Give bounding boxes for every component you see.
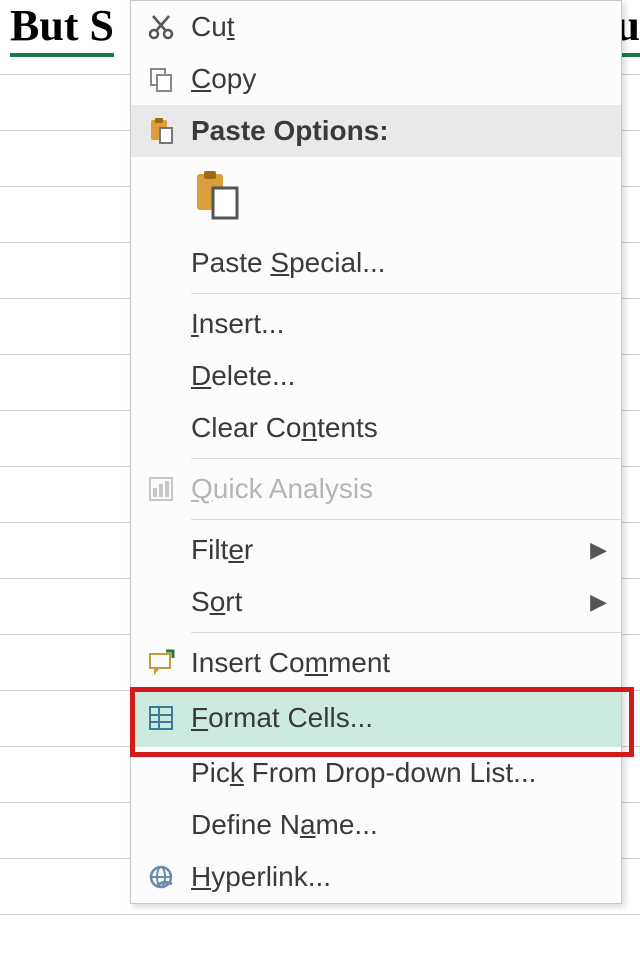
- menu-label: Filter: [191, 534, 590, 566]
- menu-insert[interactable]: Insert...: [131, 298, 621, 350]
- paste-options-row: [131, 157, 621, 237]
- menu-clear-contents[interactable]: Clear Contents: [131, 402, 621, 454]
- menu-label: Clear Contents: [191, 412, 607, 444]
- menu-copy[interactable]: Copy: [131, 53, 621, 105]
- menu-label: Pick From Drop-down List...: [191, 757, 607, 789]
- format-cells-icon: [131, 703, 191, 733]
- cut-icon: [131, 12, 191, 42]
- paste-icon: [131, 116, 191, 146]
- menu-label: Format Cells...: [191, 702, 607, 734]
- menu-paste-options-header: Paste Options:: [131, 105, 621, 157]
- menu-label: Quick Analysis: [191, 473, 607, 505]
- menu-separator: [191, 632, 621, 633]
- menu-label: Paste Options:: [191, 115, 607, 147]
- menu-separator: [191, 293, 621, 294]
- menu-paste-special[interactable]: Paste Special...: [131, 237, 621, 289]
- paste-default-button[interactable]: [191, 170, 245, 224]
- menu-pick-from-list[interactable]: Pick From Drop-down List...: [131, 747, 621, 799]
- copy-icon: [131, 64, 191, 94]
- hyperlink-icon: [131, 862, 191, 892]
- submenu-arrow-icon: ▶: [590, 589, 607, 615]
- menu-label: Insert...: [191, 308, 607, 340]
- comment-icon: [131, 648, 191, 678]
- menu-delete[interactable]: Delete...: [131, 350, 621, 402]
- context-menu: Cut Copy Paste Options:: [130, 0, 622, 904]
- menu-separator: [191, 458, 621, 459]
- menu-label: Insert Comment: [191, 647, 607, 679]
- menu-insert-comment[interactable]: Insert Comment: [131, 637, 621, 689]
- menu-sort[interactable]: Sort ▶: [131, 576, 621, 628]
- menu-label: Define Name...: [191, 809, 607, 841]
- menu-hyperlink[interactable]: Hyperlink...: [131, 851, 621, 903]
- menu-label: Sort: [191, 586, 590, 618]
- menu-cut[interactable]: Cut: [131, 1, 621, 53]
- menu-format-cells[interactable]: Format Cells...: [131, 689, 621, 747]
- menu-quick-analysis: Quick Analysis: [131, 463, 621, 515]
- title-left: But S: [10, 0, 114, 57]
- menu-label: Copy: [191, 63, 607, 95]
- menu-define-name[interactable]: Define Name...: [131, 799, 621, 851]
- menu-label: Cut: [191, 11, 607, 43]
- menu-label: Delete...: [191, 360, 607, 392]
- menu-filter[interactable]: Filter ▶: [131, 524, 621, 576]
- menu-label: Paste Special...: [191, 247, 607, 279]
- menu-label: Hyperlink...: [191, 861, 607, 893]
- submenu-arrow-icon: ▶: [590, 537, 607, 563]
- quick-analysis-icon: [131, 474, 191, 504]
- menu-separator: [191, 519, 621, 520]
